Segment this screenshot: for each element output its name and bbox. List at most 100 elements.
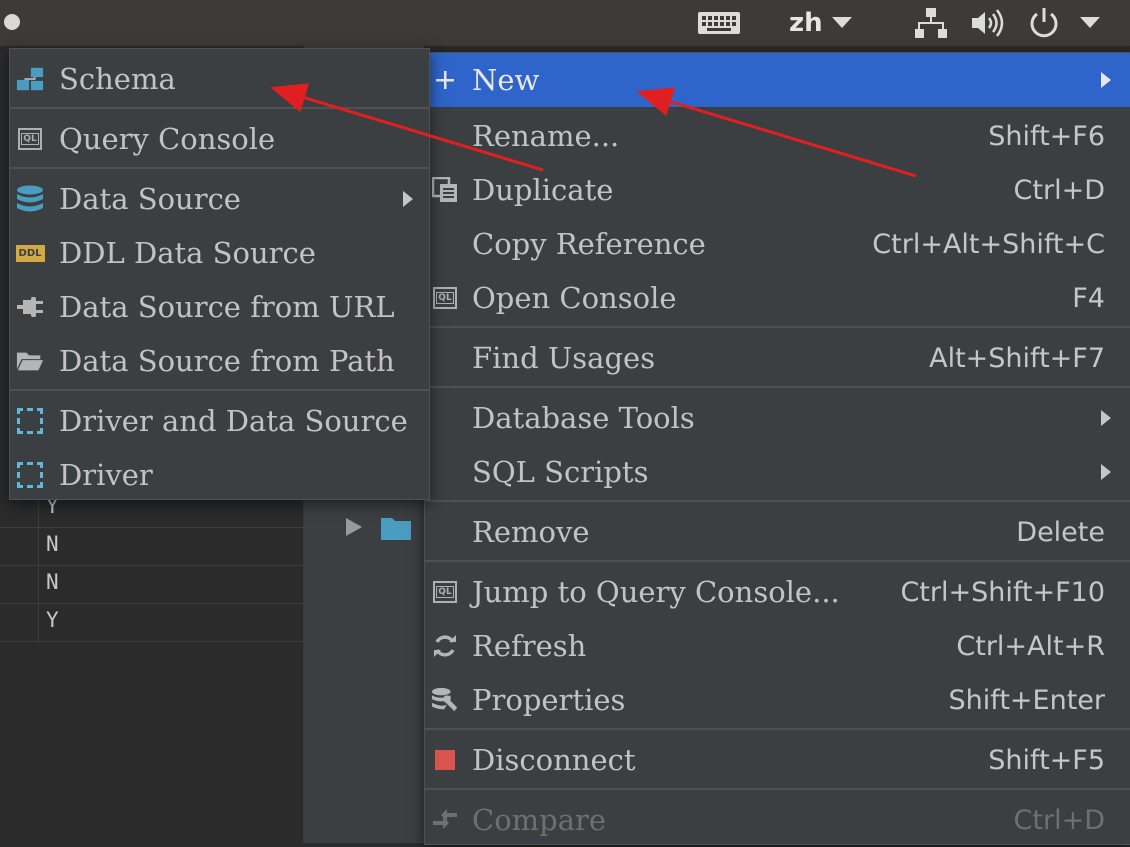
menu-separator [10,107,429,109]
menu-item-rename[interactable]: Rename... Shift+F6 [425,109,1130,163]
submenu-item-data-source-from-path[interactable]: Data Source from Path [10,334,429,388]
cell-value: N [46,532,59,556]
cell-value: N [46,570,59,594]
folder-icon [381,516,411,544]
menu-item-label: New [472,63,540,97]
submenu-item-driver[interactable]: Driver [10,448,429,502]
menu-item-find-usages[interactable]: Find Usages Alt+Shift+F7 [425,331,1130,385]
shortcut-label: Ctrl+D [1013,804,1105,836]
menu-item-database-tools[interactable]: Database Tools [425,391,1130,445]
shortcut-label: Shift+F6 [988,120,1105,152]
console-icon: QL [431,578,459,606]
menu-item-label: Jump to Query Console... [472,575,840,609]
menu-separator [425,500,1130,502]
menu-item-label: Remove [472,515,590,549]
database-icon [16,185,44,213]
table-row[interactable]: Y [0,604,303,642]
menu-item-label: Data Source from URL [59,290,395,324]
menu-item-label: Schema [59,62,176,96]
driver-icon [16,461,44,489]
table-row[interactable]: N [0,528,303,566]
shortcut-label: Ctrl+Alt+R [956,630,1105,662]
console-icon: QL [16,125,44,153]
submenu-arrow-icon [1101,72,1111,88]
chevron-down-icon[interactable] [832,0,852,46]
menu-separator [425,560,1130,562]
menu-item-properties[interactable]: Properties Shift+Enter [425,673,1130,727]
shortcut-label: F4 [1072,282,1105,314]
power-icon[interactable] [1028,0,1060,46]
expand-arrow-icon[interactable] [346,518,362,540]
submenu-arrow-icon [403,191,413,207]
menu-item-sql-scripts[interactable]: SQL Scripts [425,445,1130,499]
menu-item-duplicate[interactable]: Duplicate Ctrl+D [425,163,1130,217]
submenu-arrow-icon [1101,464,1111,480]
menu-separator [10,389,429,391]
menu-item-jump-to-query-console[interactable]: QL Jump to Query Console... Ctrl+Shift+F… [425,565,1130,619]
menu-item-label: Refresh [472,629,587,663]
submenu-item-ddl-data-source[interactable]: DDL DDL Data Source [10,226,429,280]
plus-icon [431,66,459,94]
shortcut-label: Shift+F5 [988,744,1105,776]
submenu-item-driver-and-data-source[interactable]: Driver and Data Source [10,394,429,448]
volume-icon[interactable] [970,0,1004,46]
keyboard-icon[interactable] [697,0,741,46]
window-dot[interactable] [4,14,20,30]
refresh-icon [431,632,459,660]
compare-icon [431,806,459,834]
submenu-item-data-source[interactable]: Data Source [10,172,429,226]
menu-item-compare[interactable]: Compare Ctrl+D [425,793,1130,847]
menu-item-label: Find Usages [472,341,656,375]
new-submenu: Schema QL Query Console Data Source DDL … [9,48,430,500]
stop-icon [431,746,459,774]
menu-separator [425,788,1130,790]
language-indicator[interactable]: zh [789,0,823,46]
menu-item-label: DDL Data Source [59,236,316,270]
shortcut-label: Delete [1016,516,1105,548]
shortcut-label: Alt+Shift+F7 [929,342,1105,374]
driver-icon [16,407,44,435]
menu-item-label: Copy Reference [472,227,706,261]
shortcut-label: Ctrl+Shift+F10 [900,576,1105,608]
menu-separator [10,167,429,169]
menu-item-label: Driver and Data Source [59,404,408,438]
shortcut-label: Ctrl+Alt+Shift+C [872,228,1105,260]
submenu-item-data-source-from-url[interactable]: Data Source from URL [10,280,429,334]
folder-icon [16,347,44,375]
menu-item-new[interactable]: New [425,53,1130,107]
submenu-item-query-console[interactable]: QL Query Console [10,112,429,166]
menu-item-label: Query Console [59,122,276,156]
chevron-down-icon[interactable] [1080,0,1100,46]
menu-item-label: Database Tools [472,401,695,435]
menu-item-label: Compare [472,803,607,837]
menu-separator [425,728,1130,730]
menu-item-label: Open Console [472,281,677,315]
menu-item-disconnect[interactable]: Disconnect Shift+F5 [425,733,1130,787]
table-row[interactable]: N [0,566,303,604]
menu-item-label: Driver [59,458,153,492]
menu-item-copy-reference[interactable]: Copy Reference Ctrl+Alt+Shift+C [425,217,1130,271]
system-top-bar: zh [0,0,1130,46]
schema-icon [16,65,44,93]
menu-item-label: Properties [472,683,626,717]
menu-item-label: Data Source [59,182,241,216]
shortcut-label: Ctrl+D [1013,174,1105,206]
menu-separator [425,386,1130,388]
network-icon[interactable] [915,0,947,46]
menu-item-label: SQL Scripts [472,455,649,489]
properties-icon [431,686,459,714]
menu-item-refresh[interactable]: Refresh Ctrl+Alt+R [425,619,1130,673]
cell-value: Y [46,608,59,632]
menu-item-label: Duplicate [472,173,614,207]
duplicate-icon [431,176,459,204]
menu-item-remove[interactable]: Remove Delete [425,505,1130,559]
menu-item-label: Rename... [472,119,620,153]
submenu-arrow-icon [1101,410,1111,426]
menu-item-label: Data Source from Path [59,344,395,378]
submenu-item-schema[interactable]: Schema [10,52,429,106]
shortcut-label: Shift+Enter [948,684,1105,716]
menu-separator [425,326,1130,328]
plug-icon [16,293,44,321]
menu-item-open-console[interactable]: QL Open Console F4 [425,271,1130,325]
context-menu: New Rename... Shift+F6 Duplicate Ctrl+D … [424,52,1130,845]
